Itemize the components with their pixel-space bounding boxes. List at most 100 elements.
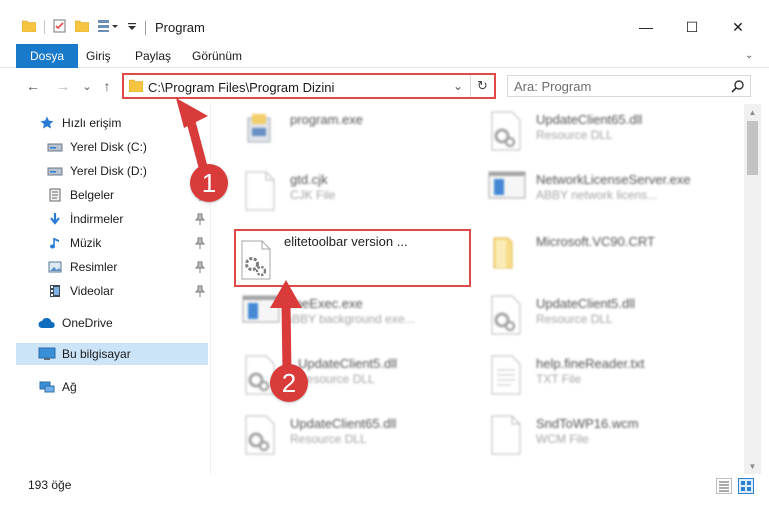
file-item[interactable]: help.fineReader.txt TXT File [480, 348, 728, 402]
address-path[interactable]: C:\Program Files\Program Dizini [148, 80, 334, 95]
file-name: help.fineReader.txt [536, 356, 645, 371]
dll-icon [242, 414, 282, 458]
view-options-icon[interactable] [97, 19, 119, 36]
file-item[interactable]: SndToWP16.wcm WCM File [480, 408, 728, 462]
item-count: 193 öğe [28, 478, 72, 492]
close-button[interactable]: ✕ [715, 12, 761, 42]
details-view-button[interactable] [716, 478, 732, 494]
sidebar-item-quick-access[interactable]: Hızlı erişim [38, 112, 209, 134]
sidebar-item-label: Belgeler [70, 188, 115, 202]
dll-icon [488, 294, 528, 338]
vertical-scrollbar[interactable]: ▲ ▼ [744, 104, 761, 474]
sidebar-item-onedrive[interactable]: OneDrive [38, 312, 209, 334]
up-button[interactable]: ↑ [98, 77, 116, 95]
pictures-icon [46, 259, 64, 275]
file-item[interactable]: UpdateClient65.dll Resource DLL [234, 408, 482, 462]
large-icons-view-icon [741, 481, 751, 491]
tab-giris[interactable]: Giriş [72, 44, 125, 68]
sidebar-item-label: Ağ [62, 380, 77, 394]
scroll-up-icon[interactable]: ▲ [744, 104, 761, 120]
sidebar-item-label: Hızlı erişim [62, 116, 122, 130]
search-input[interactable] [514, 78, 724, 94]
sidebar-item-label: OneDrive [62, 316, 113, 330]
pin-icon [194, 285, 206, 297]
tab-gorunum[interactable]: Görünüm [178, 44, 256, 68]
tab-paylas[interactable]: Paylaş [121, 44, 185, 68]
close-icon: ✕ [732, 18, 744, 35]
sidebar-item-downloads[interactable]: İndirmeler [46, 208, 209, 230]
sidebar-item-pictures[interactable]: Resimler [46, 256, 209, 278]
file-list: program.exe UpdateClient65.dll Resource … [230, 104, 744, 472]
maximize-button[interactable]: ☐ [669, 12, 715, 42]
sidebar-item-music[interactable]: Müzik [46, 232, 209, 254]
ribbon-expand-icon[interactable]: ⌄ [745, 50, 757, 62]
sidebar-item-label: Videolar [70, 284, 114, 298]
file-item[interactable]: FineExec.exe ABBY background exe... [234, 288, 482, 342]
sidebar-item-label: Bu bilgisayar [62, 347, 131, 361]
scroll-down-icon[interactable]: ▼ [744, 458, 761, 474]
sidebar-item-local-disk-d[interactable]: Yerel Disk (D:) [46, 160, 209, 182]
refresh-icon[interactable]: ↻ [470, 75, 494, 97]
file-name: UpdateClient65.dll [290, 416, 397, 431]
back-button[interactable]: ← [24, 77, 42, 95]
documents-icon [46, 187, 64, 203]
file-name: Microsoft.VC90.CRT [536, 234, 655, 249]
file-type: WCM File [536, 432, 589, 446]
file-name: gtd.cjk [290, 172, 328, 187]
music-icon [46, 235, 64, 251]
blank-file-icon [488, 414, 528, 458]
sidebar-item-videos[interactable]: Videolar [46, 280, 209, 302]
star-icon [38, 115, 56, 131]
cloud-icon [38, 315, 56, 331]
sidebar-item-label: Resimler [70, 260, 118, 274]
sidebar-item-network[interactable]: Ağ [38, 376, 209, 398]
minimize-icon: — [639, 19, 653, 35]
navigation-bar: ← → ⌄ ↑ C:\Program Files\Program Dizini … [0, 68, 769, 104]
file-type: Resource DLL [536, 128, 613, 142]
properties-icon[interactable] [53, 19, 67, 36]
sidebar-item-this-pc[interactable]: Bu bilgisayar [16, 343, 208, 365]
scrollbar-thumb[interactable] [747, 121, 758, 175]
maximize-icon: ☐ [685, 18, 699, 35]
pin-icon [194, 261, 206, 273]
file-item[interactable]: program.exe [234, 104, 482, 158]
file-item[interactable]: UpdateClient65.dll Resource DLL [480, 104, 728, 158]
drive-icon [46, 163, 64, 179]
installer-icon [242, 110, 282, 154]
exe-window-icon [242, 294, 282, 338]
navigation-pane: Hızlı erişim Yerel Disk (C:) Yerel Disk … [0, 104, 210, 474]
file-name: UpdateClient5.dll [536, 296, 636, 311]
file-item[interactable]: gtd.cjk CJK File [234, 164, 482, 218]
pane-divider[interactable] [210, 104, 211, 474]
sidebar-item-label: İndirmeler [70, 212, 124, 226]
file-type: Resource DLL [536, 312, 613, 326]
pin-icon [194, 213, 206, 225]
sidebar-item-local-disk-c[interactable]: Yerel Disk (C:) [46, 136, 209, 158]
title-bar: Program — ☐ ✕ [0, 0, 769, 44]
network-icon [38, 379, 56, 395]
minimize-button[interactable]: — [623, 12, 669, 42]
sidebar-item-label: Yerel Disk (D:) [70, 164, 147, 178]
search-icon[interactable] [731, 79, 745, 93]
recent-locations-button[interactable]: ⌄ [78, 77, 96, 95]
folder-icon [128, 79, 144, 93]
sidebar-item-documents[interactable]: Belgeler [46, 184, 209, 206]
status-bar: 193 öğe [0, 474, 769, 508]
file-item[interactable]: Microsoft.VC90.CRT [480, 226, 728, 280]
file-type: CJK File [290, 188, 336, 202]
address-dropdown-icon[interactable]: ⌄ [450, 77, 466, 95]
file-name: SndToWP16.wcm [536, 416, 639, 431]
file-item[interactable]: NetworkLicenseServer.exe ABBY network li… [480, 164, 728, 218]
new-folder-icon[interactable] [74, 20, 90, 35]
file-item-highlighted[interactable]: elitetoolbar version ... [234, 229, 471, 287]
toolbar-separator [44, 20, 45, 34]
forward-button[interactable]: → [54, 77, 72, 95]
large-icons-view-button[interactable] [738, 478, 754, 494]
search-box[interactable] [507, 75, 751, 97]
title-separator [145, 21, 146, 35]
tab-dosya[interactable]: Dosya [16, 44, 79, 68]
customize-toolbar-icon[interactable] [127, 20, 137, 34]
file-item[interactable]: UpdateClient5.dll Resource DLL [480, 288, 728, 342]
file-name: program.exe [290, 112, 363, 127]
address-bar[interactable]: C:\Program Files\Program Dizini ⌄ ↻ [122, 73, 496, 99]
